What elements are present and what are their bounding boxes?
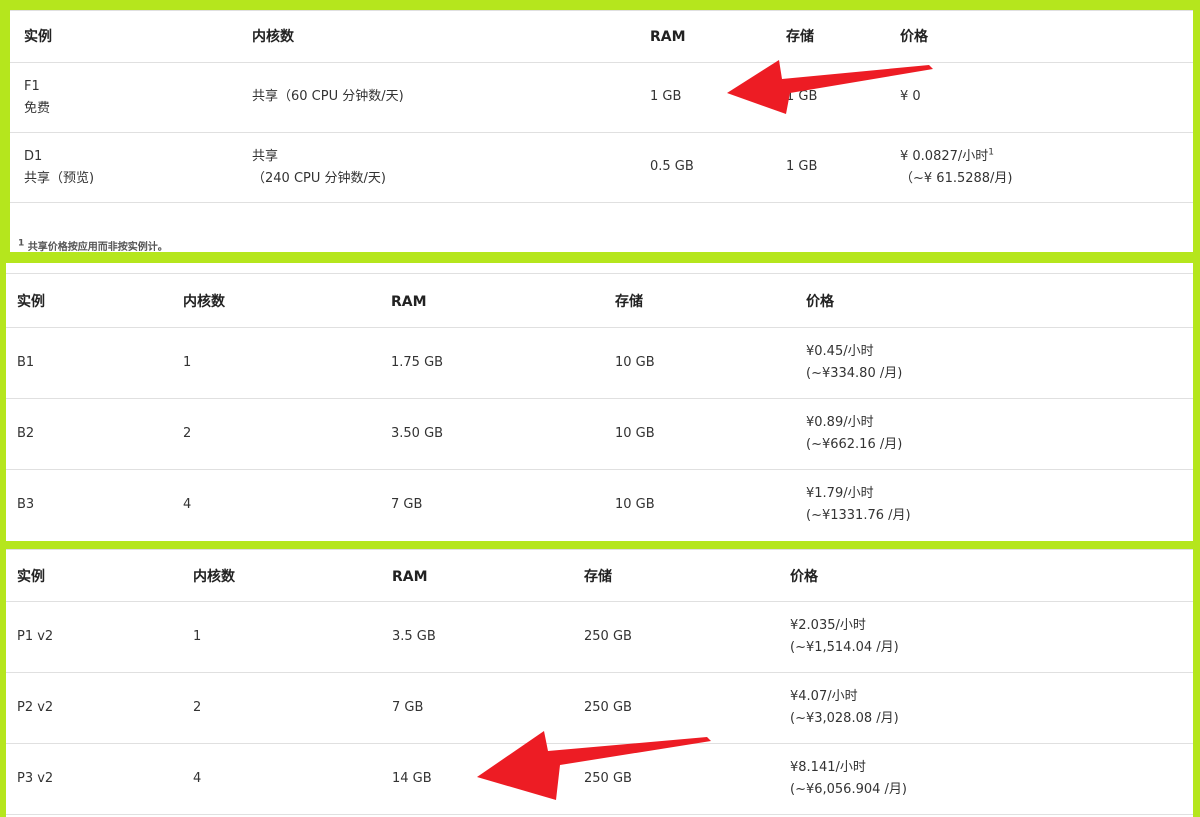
instance-tier: 免费 [24,101,51,116]
price-monthly: (~¥334.80 /月) [806,366,903,381]
storage-value: 1 GB [786,89,818,104]
price-monthly: (~¥1331.76 /月) [806,508,911,523]
header-instance: 实例 [17,569,45,585]
footnote-marker: 1 [18,238,25,249]
footnote-marker: 1 [988,147,995,158]
price-value: ¥ 0 [900,89,921,104]
header-cores: 内核数 [183,294,225,310]
ram-value: 7 GB [392,700,424,715]
instance-name: B3 [17,497,35,512]
cores-value: 共享（60 CPU 分钟数/天) [252,89,404,104]
table-row: B1 1 1.75 GB 10 GB ¥0.45/小时 (~¥334.80 /月… [6,327,1193,398]
header-instance: 实例 [17,294,45,310]
cores-value: 1 [193,629,202,644]
storage-value: 250 GB [584,629,632,644]
ram-value: 0.5 GB [650,159,694,174]
pricing-table-premium-v2: 实例 内核数 RAM 存储 价格 P1 v2 1 3.5 GB 250 GB ¥… [6,549,1193,817]
cores-detail: （240 CPU 分钟数/天) [252,171,386,186]
header-ram: RAM [391,294,427,310]
instance-name: P2 v2 [17,700,54,715]
storage-value: 250 GB [584,771,632,786]
instance-name: P3 v2 [17,771,54,786]
price-hourly: ¥4.07/小时 [790,689,858,704]
cores-value: 共享 [252,149,279,164]
header-storage: 存储 [584,569,612,585]
table-row: B2 2 3.50 GB 10 GB ¥0.89/小时 (~¥662.16 /月… [6,398,1193,469]
instance-name: D1 [24,149,43,164]
header-storage: 存储 [615,294,643,310]
price-monthly: (~¥1,514.04 /月) [790,640,899,655]
instance-name: P1 v2 [17,629,54,644]
header-ram: RAM [650,29,686,45]
table-footnote: 1 共享价格按应用而非按实例计。 [18,238,168,253]
table-row: F1 免费 共享（60 CPU 分钟数/天) 1 GB 1 GB ¥ 0 [10,62,1193,132]
footnote-text: 共享价格按应用而非按实例计。 [27,242,168,253]
instance-name: F1 [24,79,40,94]
table-row: D1 共享（预览) 共享 （240 CPU 分钟数/天) 0.5 GB 1 GB… [10,132,1193,202]
price-hourly: ¥2.035/小时 [790,618,866,633]
pricing-table-free-shared: 实例 内核数 RAM 存储 价格 F1 免费 共享（60 CPU 分钟数/天) … [10,10,1193,253]
cores-value: 2 [193,700,202,715]
cores-value: 2 [183,426,192,441]
header-cores: 内核数 [193,569,235,585]
header-instance: 实例 [24,29,52,45]
storage-value: 10 GB [615,355,655,370]
header-price: 价格 [790,569,818,585]
cores-value: 4 [193,771,202,786]
storage-value: 10 GB [615,426,655,441]
ram-value: 3.50 GB [391,426,444,441]
price-monthly: （~¥ 61.5288/月) [900,171,1013,186]
header-cores: 内核数 [252,29,294,45]
price-hourly: ¥0.45/小时 [806,344,874,359]
header-price: 价格 [806,294,834,310]
cores-value: 4 [183,497,192,512]
instance-name: B2 [17,426,35,441]
price-monthly: (~¥6,056.904 /月) [790,782,907,797]
header-storage: 存储 [786,29,814,45]
table-row: P3 v2 4 14 GB 250 GB ¥8.141/小时 (~¥6,056.… [6,743,1193,814]
pricing-table-basic: 实例 内核数 RAM 存储 价格 B1 1 1.75 GB 10 GB ¥0.4… [6,263,1193,541]
price-monthly: (~¥662.16 /月) [806,437,903,452]
price-hourly: ¥1.79/小时 [806,486,874,501]
table-row: B3 4 7 GB 10 GB ¥1.79/小时 (~¥1331.76 /月) [6,469,1193,540]
ram-value: 14 GB [392,771,432,786]
price-hourly: ¥8.141/小时 [790,760,866,775]
ram-value: 7 GB [391,497,423,512]
header-price: 价格 [900,29,928,45]
ram-value: 1.75 GB [391,355,444,370]
ram-value: 3.5 GB [392,629,436,644]
ram-value: 1 GB [650,89,682,104]
price-monthly: (~¥3,028.08 /月) [790,711,899,726]
table-row: P1 v2 1 3.5 GB 250 GB ¥2.035/小时 (~¥1,514… [6,601,1193,672]
instance-tier: 共享（预览) [24,171,95,186]
table-row: P2 v2 2 7 GB 250 GB ¥4.07/小时 (~¥3,028.08… [6,672,1193,743]
cores-value: 1 [183,355,192,370]
header-ram: RAM [392,569,428,585]
storage-value: 1 GB [786,159,818,174]
storage-value: 250 GB [584,700,632,715]
instance-name: B1 [17,355,35,370]
price-value: ¥ 0.0827/小时 [900,149,989,164]
price-hourly: ¥0.89/小时 [806,415,874,430]
storage-value: 10 GB [615,497,655,512]
